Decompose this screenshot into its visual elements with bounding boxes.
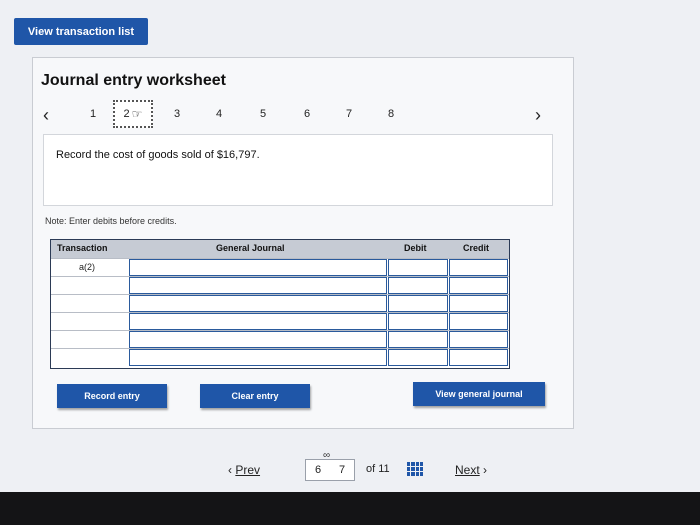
- screen: View transaction list Journal entry work…: [0, 0, 700, 492]
- next-label: Next: [455, 463, 480, 477]
- link-icon: ∞: [323, 450, 331, 461]
- debit-input[interactable]: [388, 259, 448, 276]
- account-input[interactable]: [129, 259, 387, 276]
- prev-button[interactable]: ‹ Prev: [228, 463, 260, 477]
- account-input[interactable]: [129, 349, 387, 366]
- debit-input[interactable]: [388, 313, 448, 330]
- credit-input[interactable]: [449, 331, 508, 348]
- account-input[interactable]: [129, 277, 387, 294]
- step-1[interactable]: 1: [83, 108, 103, 120]
- step-4[interactable]: 4: [209, 108, 229, 120]
- clear-entry-button[interactable]: Clear entry: [200, 384, 310, 408]
- hand-pointer-icon: ☞: [131, 107, 143, 121]
- view-general-journal-button[interactable]: View general journal: [413, 382, 545, 406]
- page-number-input[interactable]: ∞ 6 7: [305, 450, 355, 481]
- header-general-journal: General Journal: [216, 243, 285, 253]
- chevron-right-icon: ›: [479, 463, 488, 477]
- transaction-label: a(2): [79, 262, 96, 272]
- header-credit: Credit: [463, 243, 490, 253]
- note-text: Note: Enter debits before credits.: [45, 216, 177, 226]
- table-row: [51, 312, 509, 331]
- transaction-cell: a(2): [51, 259, 129, 277]
- table-header: Transaction General Journal Debit Credit: [51, 240, 509, 258]
- header-transaction: Transaction: [57, 243, 108, 253]
- instruction-text: Record the cost of goods sold of $16,797…: [56, 149, 260, 161]
- chevron-right-icon[interactable]: ›: [535, 105, 541, 126]
- table-row: [51, 348, 509, 367]
- step-7[interactable]: 7: [339, 108, 359, 120]
- account-input[interactable]: [129, 295, 387, 312]
- next-button[interactable]: Next ›: [455, 463, 487, 477]
- pagination: ‹ Prev ∞ 6 7 of 11 Next ›: [0, 450, 700, 485]
- step-8[interactable]: 8: [381, 108, 401, 120]
- step-6[interactable]: 6: [297, 108, 317, 120]
- debit-input[interactable]: [388, 277, 448, 294]
- debit-input[interactable]: [388, 295, 448, 312]
- credit-input[interactable]: [449, 313, 508, 330]
- debit-input[interactable]: [388, 349, 448, 366]
- page-total: of 11: [366, 463, 390, 475]
- instruction-box: Record the cost of goods sold of $16,797…: [43, 134, 553, 206]
- worksheet-title: Journal entry worksheet: [41, 72, 226, 89]
- credit-input[interactable]: [449, 277, 508, 294]
- chevron-left-icon[interactable]: ‹: [43, 105, 49, 126]
- journal-table: Transaction General Journal Debit Credit…: [50, 239, 510, 369]
- table-row: [51, 330, 509, 349]
- table-row: [51, 276, 509, 295]
- transaction-cell: [51, 349, 129, 367]
- grid-icon[interactable]: [407, 462, 423, 476]
- transaction-cell: [51, 295, 129, 313]
- credit-input[interactable]: [449, 349, 508, 366]
- step-3[interactable]: 3: [167, 108, 187, 120]
- transaction-cell: [51, 313, 129, 331]
- record-entry-button[interactable]: Record entry: [57, 384, 167, 408]
- prev-label: Prev: [235, 463, 261, 477]
- journal-entry-worksheet-panel: Journal entry worksheet ‹ 1 2 ☞ 3 4 5 6 …: [32, 57, 574, 429]
- account-input[interactable]: [129, 331, 387, 348]
- step-2-label: 2: [123, 108, 130, 120]
- table-row: [51, 294, 509, 313]
- credit-input[interactable]: [449, 259, 508, 276]
- page-current-alt: 7: [339, 464, 346, 476]
- credit-input[interactable]: [449, 295, 508, 312]
- table-row: a(2): [51, 258, 509, 277]
- step-2-active[interactable]: 2 ☞: [113, 100, 153, 128]
- account-input[interactable]: [129, 313, 387, 330]
- monitor-bezel: [0, 492, 700, 525]
- page-current: 6: [315, 464, 322, 476]
- transaction-cell: [51, 277, 129, 295]
- view-transaction-list-button[interactable]: View transaction list: [14, 18, 148, 45]
- step-5[interactable]: 5: [253, 108, 273, 120]
- transaction-cell: [51, 331, 129, 349]
- debit-input[interactable]: [388, 331, 448, 348]
- header-debit: Debit: [404, 243, 427, 253]
